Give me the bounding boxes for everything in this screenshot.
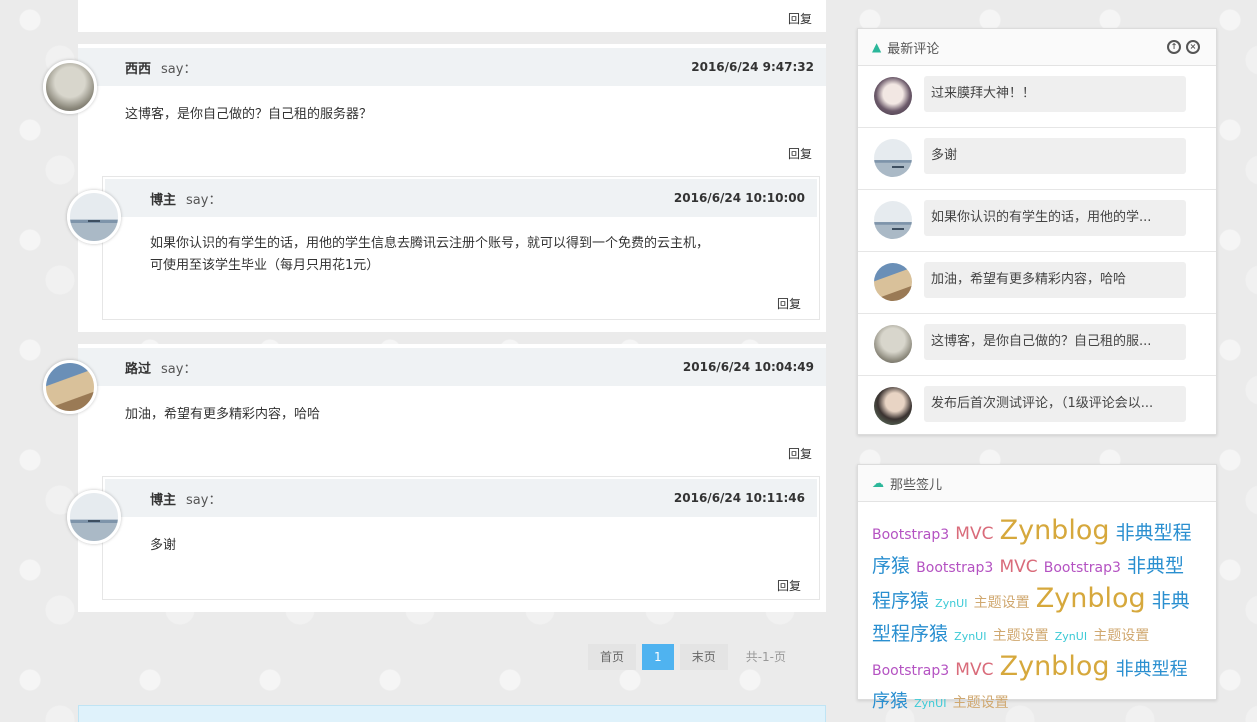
tag-link[interactable]: ZynUI [1055,630,1087,643]
tag-link[interactable]: ZynUI [914,697,946,710]
reply-text: 如果你认识的有学生的话，用他的学生信息去腾讯云注册个账号，就可以得到一个免费的云… [150,233,709,277]
reply-header: 博主 say： 2016/6/24 10:11:46 [105,479,817,517]
comment-author[interactable]: 路过 [125,358,151,377]
tag-link[interactable]: ZynUI [954,630,986,643]
tree-icon: ▲ [872,40,882,54]
recent-comment-item[interactable]: 如果你认识的有学生的话，用他的学... [858,190,1216,252]
tag-link[interactable]: 主题设置 [1093,628,1149,644]
avatar[interactable] [874,201,912,239]
tag-link[interactable]: MVC [999,557,1037,577]
say-label: say： [186,192,222,208]
recent-comments-panel: ▲ 最新评论 ↑ × 过来膜拜大神！！ 多谢 如果你认识的有学生的话，用他的学.… [857,28,1217,435]
recent-comment-item[interactable]: 加油，希望有更多精彩内容，哈哈 [858,252,1216,314]
recent-comment-text[interactable]: 加油，希望有更多精彩内容，哈哈 [924,262,1186,298]
recent-comment-item[interactable]: 这博客，是你自己做的？自己租的服... [858,314,1216,376]
say-label: say： [161,361,197,377]
avatar[interactable] [43,60,97,114]
avatar[interactable] [43,360,97,414]
reply-time: 2016/6/24 10:10:00 [673,191,805,205]
tag-link[interactable]: Bootstrap3 [872,527,949,543]
comment-time: 2016/6/24 9:47:32 [691,60,814,74]
last-page-button[interactable]: 末页 [679,644,728,670]
reply-text: 多谢 [150,538,177,553]
say-label: say： [186,492,222,508]
avatar[interactable] [874,387,912,425]
avatar[interactable] [874,325,912,363]
panel-header: ▲ 最新评论 ↑ × [858,29,1216,66]
recent-comment-item[interactable]: 过来膜拜大神！！ [858,66,1216,128]
reply-card: 博主 say： 2016/6/24 10:10:00 如果你认识的有学生的话，用… [102,176,820,320]
tag-link[interactable]: Bootstrap3 [872,663,949,679]
panel-header: ☁ 那些签儿 [858,465,1216,502]
collapse-icon[interactable]: ↑ [1167,40,1181,54]
tag-link[interactable]: 主题设置 [993,628,1049,644]
panel-controls: ↑ × [1167,40,1200,54]
comment-header: 西西 say： 2016/6/24 9:47:32 [78,48,826,86]
reply-author[interactable]: 博主 [150,189,176,208]
reply-link[interactable]: 回复 [777,577,801,594]
tag-link[interactable]: MVC [955,524,993,544]
comment-card: 路过 say： 2016/6/24 10:04:49 加油，希望有更多精彩内容，… [78,344,826,612]
say-label: say： [161,61,197,77]
avatar[interactable] [67,490,121,544]
panel-title: 最新评论 [887,41,940,57]
comment-author[interactable]: 西西 [125,58,151,77]
comment-time: 2016/6/24 10:04:49 [682,360,814,374]
recent-comment-text[interactable]: 如果你认识的有学生的话，用他的学... [924,200,1186,236]
total-pages-label: 共-1-页 [745,650,786,664]
first-page-button[interactable]: 首页 [588,644,637,670]
tag-cloud: Bootstrap3 MVC Zynblog 非典型程序猿 Bootstrap3… [858,502,1216,722]
tag-link[interactable]: Bootstrap3 [916,560,993,576]
avatar[interactable] [67,190,121,244]
reply-text-line: 可使用至该学生毕业（每月只用花1元） [150,258,380,273]
recent-comment-item[interactable]: 发布后首次测试评论，（1级评论会以... [858,376,1216,438]
recent-comment-text[interactable]: 多谢 [924,138,1186,174]
tag-link[interactable]: MVC [955,660,993,680]
pagination: 首页 1 末页 共-1-页 [588,644,798,670]
panel-title: 那些签儿 [890,477,943,493]
reply-author[interactable]: 博主 [150,489,176,508]
cloud-icon: ☁ [872,476,884,490]
recent-comment-text[interactable]: 发布后首次测试评论，（1级评论会以... [924,386,1186,422]
tag-link[interactable]: Zynblog [1000,651,1110,682]
reply-time: 2016/6/24 10:11:46 [673,491,805,505]
tag-link[interactable]: 主题设置 [953,695,1009,711]
tag-link[interactable]: Bootstrap3 [1044,560,1121,576]
comment-card: 西西 say： 2016/6/24 9:47:32 这博客，是你自己做的？自己租… [78,44,826,332]
tags-panel: ☁ 那些签儿 Bootstrap3 MVC Zynblog 非典型程序猿 Boo… [857,464,1217,712]
close-icon[interactable]: × [1186,40,1200,54]
info-bar [78,705,826,722]
avatar[interactable] [874,139,912,177]
reply-link[interactable]: 回复 [788,145,812,162]
tag-link[interactable]: Zynblog [1000,515,1110,546]
current-page-button[interactable]: 1 [642,644,674,670]
tag-link[interactable]: ZynUI [935,597,967,610]
reply-link[interactable]: 回复 [788,10,812,27]
reply-link[interactable]: 回复 [788,445,812,462]
comment-text: 加油，希望有更多精彩内容，哈哈 [125,407,321,422]
recent-comment-item[interactable]: 多谢 [858,128,1216,190]
reply-header: 博主 say： 2016/6/24 10:10:00 [105,179,817,217]
tag-link[interactable]: 主题设置 [974,595,1030,611]
reply-card: 博主 say： 2016/6/24 10:11:46 多谢 回复 [102,476,820,600]
recent-comment-text[interactable]: 这博客，是你自己做的？自己租的服... [924,324,1186,360]
avatar[interactable] [874,77,912,115]
avatar[interactable] [874,263,912,301]
comment-card-previous: 回复 [78,0,826,32]
comment-header: 路过 say： 2016/6/24 10:04:49 [78,348,826,386]
reply-link[interactable]: 回复 [777,295,801,312]
reply-text-line: 如果你认识的有学生的话，用他的学生信息去腾讯云注册个账号，就可以得到一个免费的云… [150,236,710,251]
recent-comment-text[interactable]: 过来膜拜大神！！ [924,76,1186,112]
tag-link[interactable]: Zynblog [1036,583,1146,614]
comment-text: 这博客，是你自己做的？自己租的服务器？ [125,107,373,122]
